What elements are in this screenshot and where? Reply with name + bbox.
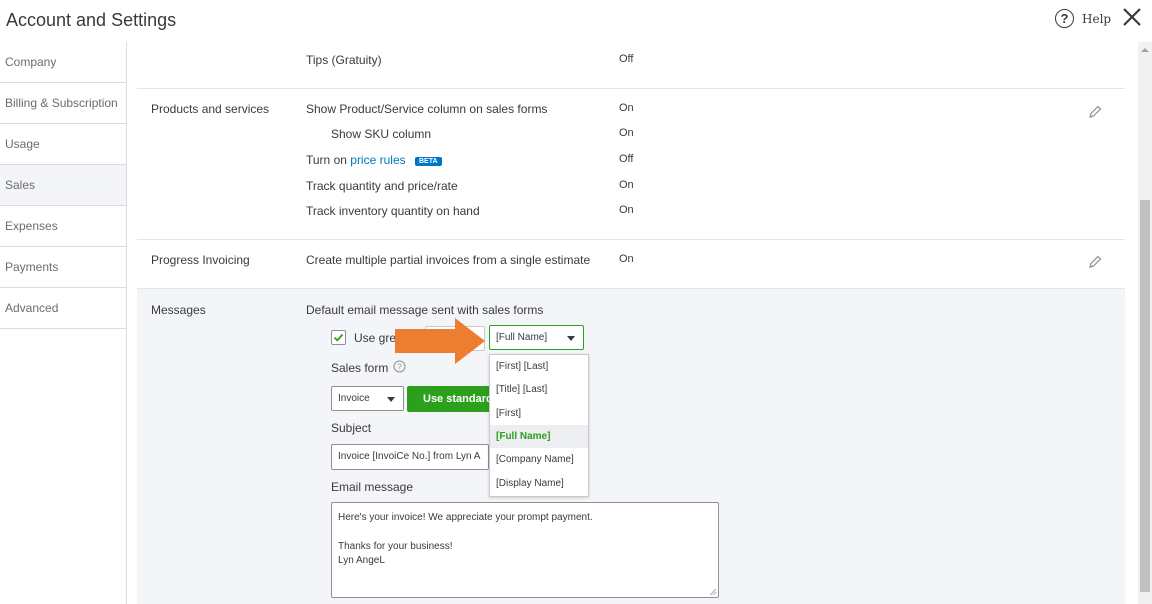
setting-label: Track inventory quantity on hand (306, 204, 480, 218)
dropdown-option[interactable]: [Title] [Last] (490, 378, 588, 401)
email-line: Thanks for your business! (338, 541, 453, 552)
setting-label: Show SKU column (331, 127, 432, 141)
subject-label: Subject (331, 421, 372, 435)
sidebar-item-billing[interactable]: Billing & Subscription (0, 83, 126, 124)
products-section[interactable]: Products and services Show Product/Servi… (137, 89, 1125, 240)
greeting-name-select[interactable]: [Full Name] (489, 325, 584, 350)
sidebar-item-label: Usage (5, 137, 40, 151)
sidebar-item-label: Payments (5, 260, 59, 274)
pencil-icon[interactable] (1087, 254, 1103, 270)
email-line: Lyn AngeL (338, 555, 385, 566)
subject-input[interactable]: Invoice [InvoiCe No.] from Lyn A (331, 444, 489, 470)
sidebar-item-payments[interactable]: Payments (0, 247, 126, 288)
tips-value: Off (619, 53, 634, 65)
sidebar-item-sales[interactable]: Sales (0, 165, 126, 206)
resize-handle-icon[interactable] (709, 588, 717, 596)
dropdown-option[interactable]: [First] (490, 402, 588, 425)
price-rules-row: Turn on price rules BETA (306, 153, 442, 167)
email-message-label: Email message (331, 480, 414, 494)
sidebar-item-expenses[interactable]: Expenses (0, 206, 126, 247)
setting-label: Turn on (306, 153, 347, 167)
sidebar-item-label: Advanced (5, 301, 59, 315)
sidebar-item-company[interactable]: Company (0, 42, 126, 83)
price-rules-link[interactable]: price rules (350, 153, 405, 167)
greeting-name-value: [Full Name] (496, 332, 548, 343)
tips-section: Tips (Gratuity) Off (137, 42, 1125, 89)
page-title: Account and Settings (6, 10, 177, 30)
setting-value: On (619, 127, 634, 139)
sales-form-value: Invoice (338, 393, 370, 404)
dropdown-option[interactable]: [First] [Last] (490, 355, 588, 378)
sidebar-item-advanced[interactable]: Advanced (0, 288, 126, 329)
sidebar-item-label: Expenses (5, 219, 58, 233)
orange-arrow-icon (395, 318, 485, 364)
setting-value: On (619, 102, 634, 114)
use-greeting-checkbox[interactable] (331, 330, 346, 345)
pencil-icon[interactable] (1087, 104, 1103, 120)
email-message-textarea[interactable]: Here's your invoice! We appreciate your … (331, 502, 719, 598)
help-icon[interactable]: ? (393, 360, 406, 373)
setting-value: On (619, 179, 634, 191)
sidebar-item-usage[interactable]: Usage (0, 124, 126, 165)
settings-sidebar: Company Billing & Subscription Usage Sal… (0, 42, 127, 604)
default-message-label: Default email message sent with sales fo… (306, 303, 544, 317)
svg-text:?: ? (397, 363, 402, 372)
section-title: Products and services (151, 102, 270, 116)
email-line: Here's your invoice! We appreciate your … (338, 512, 593, 523)
beta-badge: BETA (414, 157, 442, 166)
header: Account and Settings ? Help (0, 0, 1152, 42)
settings-content: Tips (Gratuity) Off Products and service… (127, 42, 1138, 604)
sidebar-item-label: Company (5, 55, 57, 69)
use-standard-button[interactable]: Use standard (407, 386, 497, 412)
sidebar-item-label: Sales (5, 178, 36, 192)
scrollbar-thumb[interactable] (1140, 200, 1150, 592)
sales-form-label: Sales form (331, 361, 389, 375)
setting-value: Off (619, 153, 634, 165)
dropdown-option-selected[interactable]: [Full Name] (490, 424, 588, 449)
setting-label: Track quantity and price/rate (306, 179, 458, 193)
chevron-down-icon (387, 397, 395, 402)
help-icon: ? (1055, 9, 1074, 28)
check-icon (333, 333, 344, 342)
close-icon[interactable] (1121, 6, 1143, 28)
setting-label: Show Product/Service column on sales for… (306, 102, 548, 116)
subject-value: Invoice [InvoiCe No.] from Lyn A (338, 451, 481, 462)
sidebar-item-label: Billing & Subscription (5, 96, 118, 110)
tips-label: Tips (Gratuity) (306, 53, 382, 67)
use-standard-label: Use standard (423, 393, 493, 405)
help-label: Help (1082, 11, 1112, 26)
chevron-down-icon (567, 336, 575, 341)
scroll-up-icon[interactable] (1141, 48, 1149, 52)
setting-value: On (619, 204, 634, 216)
setting-value: On (619, 253, 634, 265)
progress-invoicing-section[interactable]: Progress Invoicing Create multiple parti… (137, 240, 1125, 289)
use-greeting-label: Use gre (354, 331, 397, 345)
greeting-name-dropdown: [First] [Last] [Title] [Last] [First] [F… (489, 354, 589, 497)
setting-label: Create multiple partial invoices from a … (306, 253, 591, 267)
section-title: Messages (151, 303, 206, 317)
section-title: Progress Invoicing (151, 253, 250, 267)
help-button[interactable]: ? Help (1055, 9, 1111, 28)
sales-form-select[interactable]: Invoice (331, 386, 404, 411)
dropdown-option[interactable]: [Display Name] (490, 471, 588, 494)
dropdown-option[interactable]: [Company Name] (490, 448, 588, 471)
